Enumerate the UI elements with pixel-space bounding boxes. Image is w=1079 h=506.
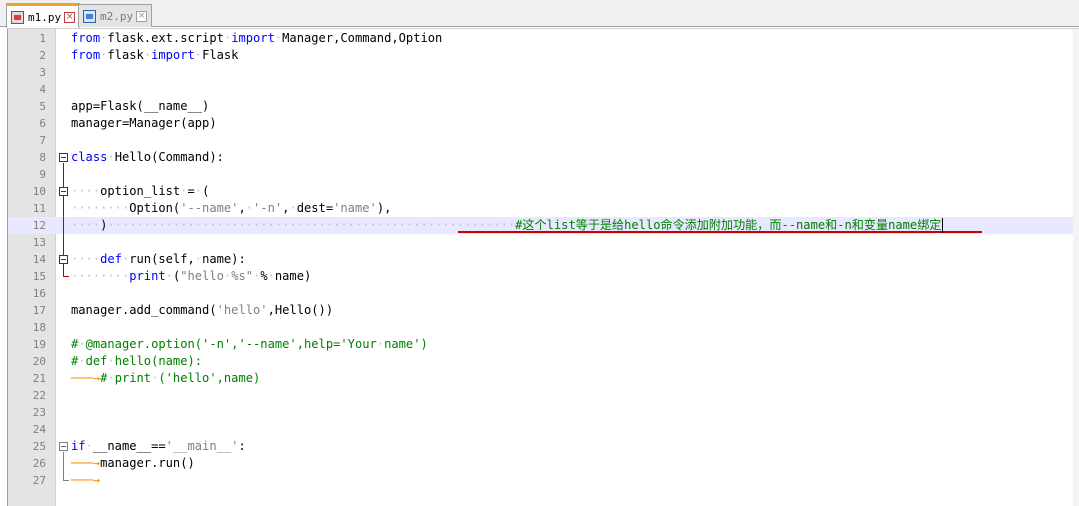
code-line[interactable]: 5 app=Flask(__name__) xyxy=(8,98,1079,115)
code-text[interactable]: app=Flask(__name__) xyxy=(71,98,209,115)
tab-bar: m1.py × m2.py × xyxy=(0,0,1079,28)
code-line[interactable]: 8 class·Hello(Command): xyxy=(8,149,1079,166)
code-line[interactable]: 27 ───→ xyxy=(8,472,1079,489)
line-number: 9 xyxy=(39,168,46,181)
line-number: 13 xyxy=(32,236,46,249)
line-number: 26 xyxy=(32,457,46,470)
code-text[interactable]: ───→ xyxy=(71,472,100,489)
code-text[interactable]: ───→#·print·('hello',name) xyxy=(71,370,260,387)
code-line[interactable]: 19 #·@manager.option('-n','--name',help='… xyxy=(8,336,1079,353)
code-text[interactable]: if·__name__=='__main__': xyxy=(71,438,246,455)
line-number: 14 xyxy=(32,253,46,266)
line-number: 18 xyxy=(32,321,46,334)
code-text[interactable]: from·flask·import·Flask xyxy=(71,47,238,64)
line-number: 5 xyxy=(39,100,46,113)
line-number: 23 xyxy=(32,406,46,419)
code-line[interactable]: 26 ───→manager.run() xyxy=(8,455,1079,472)
line-number: 21 xyxy=(32,372,46,385)
line-number: 24 xyxy=(32,423,46,436)
code-line[interactable]: 1 from·flask.ext.script·import·Manager,Co… xyxy=(8,30,1079,47)
line-number: 1 xyxy=(39,32,46,45)
line-number: 22 xyxy=(32,389,46,402)
fold-toggle-icon[interactable] xyxy=(59,153,68,162)
line-number: 20 xyxy=(32,355,46,368)
file-saved-icon xyxy=(83,9,96,23)
tab-m2[interactable]: m2.py × xyxy=(78,4,153,27)
line-number: 6 xyxy=(39,117,46,130)
vertical-scrollbar[interactable] xyxy=(1073,29,1079,506)
tab-m1[interactable]: m1.py × xyxy=(6,3,81,28)
code-line[interactable]: 13 xyxy=(8,234,1079,251)
line-number: 7 xyxy=(39,134,46,147)
fold-toggle-icon[interactable] xyxy=(59,442,68,451)
line-number: 25 xyxy=(32,440,46,453)
fold-end xyxy=(63,480,69,481)
code-line[interactable]: 2 from·flask·import·Flask xyxy=(8,47,1079,64)
tab-label: m2.py xyxy=(100,9,134,23)
code-line[interactable]: 20 #·def·hello(name): xyxy=(8,353,1079,370)
code-editor[interactable]: 1 from·flask.ext.script·import·Manager,Co… xyxy=(7,28,1079,506)
line-number: 2 xyxy=(39,49,46,62)
line-number: 19 xyxy=(32,338,46,351)
code-line[interactable]: 21 ───→#·print·('hello',name) xyxy=(8,370,1079,387)
code-text[interactable]: #·def·hello(name): xyxy=(71,353,202,370)
code-line[interactable]: 18 xyxy=(8,319,1079,336)
line-number: 8 xyxy=(39,151,46,164)
code-line[interactable]: 3 xyxy=(8,64,1079,81)
code-line[interactable]: 16 xyxy=(8,285,1079,302)
code-line[interactable]: 25 if·__name__=='__main__': xyxy=(8,438,1079,455)
code-text[interactable]: ───→manager.run() xyxy=(71,455,195,472)
code-text[interactable]: manager=Manager(app) xyxy=(71,115,217,132)
line-number: 11 xyxy=(32,202,46,215)
line-number: 10 xyxy=(32,185,46,198)
code-text[interactable]: ········print·("hello·%s"·%·name) xyxy=(71,268,311,285)
line-number: 3 xyxy=(39,66,46,79)
code-line[interactable]: 6 manager=Manager(app) xyxy=(8,115,1079,132)
code-text[interactable]: #·@manager.option('-n','--name',help='Yo… xyxy=(71,336,428,353)
fold-toggle-icon[interactable] xyxy=(59,255,68,264)
close-icon[interactable]: × xyxy=(64,11,76,23)
fold-line xyxy=(63,452,64,480)
code-line[interactable]: 4 xyxy=(8,81,1079,98)
code-text[interactable]: ····option_list·=·( xyxy=(71,183,209,200)
line-number: 15 xyxy=(32,270,46,283)
code-line[interactable]: 17 manager.add_command('hello',Hello()) xyxy=(8,302,1079,319)
text-caret xyxy=(942,218,944,233)
line-number: 27 xyxy=(32,474,46,487)
code-text[interactable]: manager.add_command('hello',Hello()) xyxy=(71,302,333,319)
file-modified-icon xyxy=(11,10,24,24)
line-number: 4 xyxy=(39,83,46,96)
fold-toggle-icon[interactable] xyxy=(59,187,68,196)
code-line[interactable]: 10 ····option_list·=·( xyxy=(8,183,1079,200)
code-line[interactable]: 22 xyxy=(8,387,1079,404)
code-line[interactable]: 7 xyxy=(8,132,1079,149)
line-number: 12 xyxy=(32,219,46,232)
code-line[interactable]: 24 xyxy=(8,421,1079,438)
code-line[interactable]: 23 xyxy=(8,404,1079,421)
close-icon[interactable]: × xyxy=(136,10,148,22)
code-text[interactable]: class·Hello(Command): xyxy=(71,149,224,166)
line-number: 17 xyxy=(32,304,46,317)
line-number: 16 xyxy=(32,287,46,300)
code-line[interactable]: 15 ········print·("hello·%s"·%·name) xyxy=(8,268,1079,285)
code-line[interactable]: 11 ········Option('--name',·'-n',·dest='n… xyxy=(8,200,1079,217)
code-text[interactable]: ····def·run(self,·name): xyxy=(71,251,246,268)
fold-end xyxy=(63,276,69,277)
code-line[interactable]: 14 ····def·run(self,·name): xyxy=(8,251,1079,268)
tab-label: m1.py xyxy=(28,10,62,24)
code-line[interactable]: 9 xyxy=(8,166,1079,183)
red-underline-annotation xyxy=(458,231,983,233)
code-text[interactable]: from·flask.ext.script·import·Manager,Com… xyxy=(71,30,442,47)
code-text[interactable]: ········Option('--name',·'-n',·dest='nam… xyxy=(71,200,391,217)
